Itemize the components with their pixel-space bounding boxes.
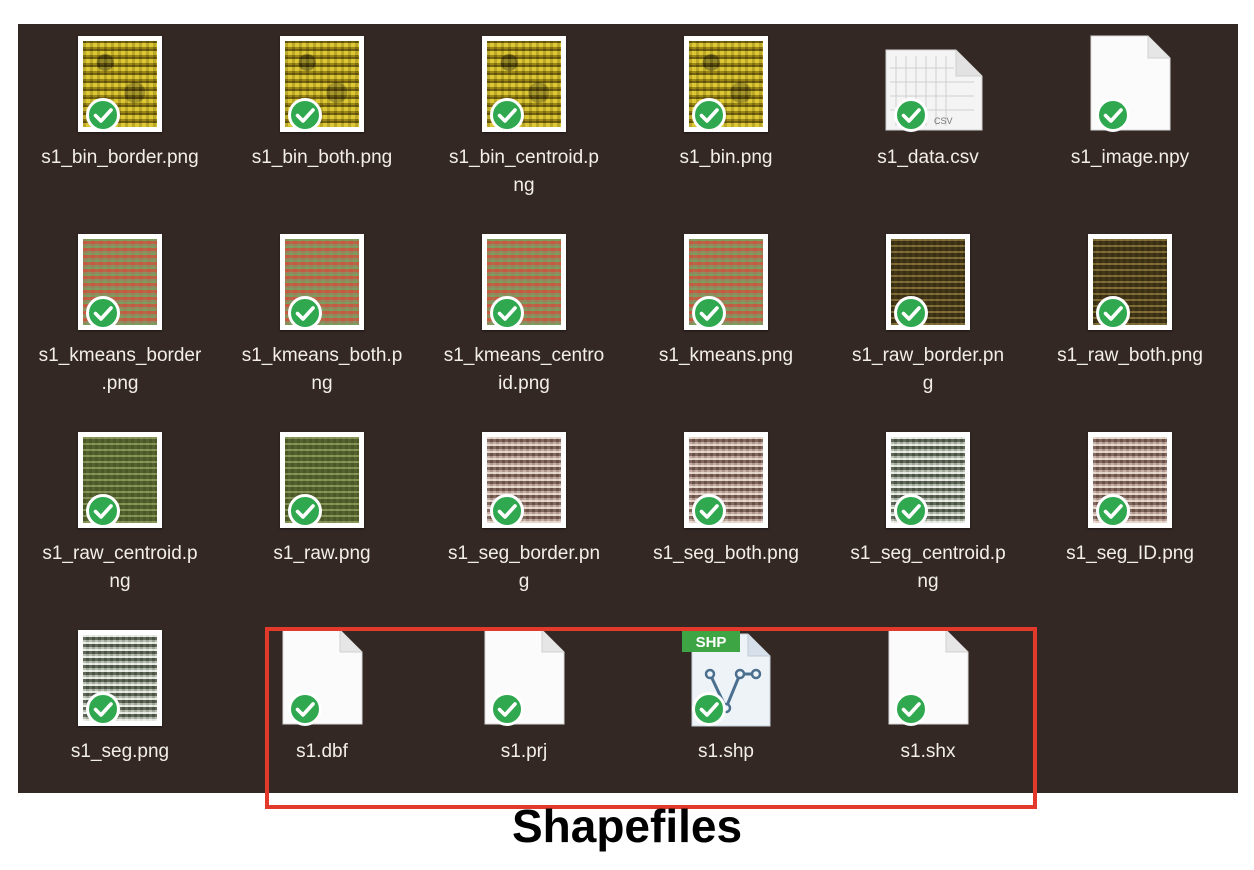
file-item[interactable]: s1_image.npy: [1028, 24, 1232, 210]
sync-check-icon: [894, 494, 928, 528]
file-name-label: s1_kmeans_both.p ng: [241, 345, 403, 394]
file-item[interactable]: s1_bin.png: [624, 24, 828, 210]
shapefiles-caption: Shapefiles: [511, 800, 743, 852]
file-name-label: s1_bin_both.png: [251, 147, 393, 168]
file-name-label: s1_raw_both.png: [1057, 345, 1203, 366]
file-item[interactable]: s1_raw.png: [220, 420, 424, 606]
file-item[interactable]: s1_bin_both.png: [220, 24, 424, 210]
sync-check-icon: [1096, 296, 1130, 330]
sync-check-icon: [894, 296, 928, 330]
file-name-label: s1_bin_border.png: [41, 147, 199, 168]
sync-check-icon: [86, 692, 120, 726]
shapefiles-highlight-box: [265, 627, 1037, 809]
file-item[interactable]: s1_seg_ID.png: [1028, 420, 1232, 606]
file-name-label: s1_image.npy: [1070, 147, 1190, 168]
sync-check-icon: [490, 296, 524, 330]
file-item[interactable]: s1_raw_both.png: [1028, 222, 1232, 408]
file-name-label: s1_seg_both.png: [653, 543, 799, 564]
sync-check-icon: [288, 296, 322, 330]
sync-check-icon: [288, 98, 322, 132]
file-item[interactable]: s1_raw_centroid.p ng: [18, 420, 222, 606]
file-name-label: s1_raw_border.pn g: [851, 345, 1005, 394]
file-name-label: s1_raw_centroid.p ng: [42, 543, 198, 592]
file-name-label: s1_kmeans_centro id.png: [443, 345, 605, 394]
finder-icon-view: s1_bin_border.png s1_bin_both.png s1_bin_c…: [18, 24, 1238, 809]
file-item[interactable]: s1_kmeans_border .png: [18, 222, 222, 408]
sync-check-icon: [692, 98, 726, 132]
file-item[interactable]: s1_seg_centroid.p ng: [826, 420, 1030, 606]
file-item[interactable]: s1_seg_border.pn g: [422, 420, 626, 606]
sync-check-icon: [288, 494, 322, 528]
file-item[interactable]: s1_seg_both.png: [624, 420, 828, 606]
sync-check-icon: [490, 494, 524, 528]
sync-check-icon: [86, 296, 120, 330]
file-name-label: s1_raw.png: [273, 543, 371, 564]
file-name-label: s1_bin_centroid.p ng: [449, 147, 599, 196]
sync-check-icon: [1096, 494, 1130, 528]
file-item[interactable]: s1_bin_border.png: [18, 24, 222, 210]
sync-check-icon: [692, 494, 726, 528]
file-item[interactable]: s1_seg.png: [18, 618, 222, 804]
file-name-label: s1_data.csv: [877, 147, 979, 168]
file-name-label: s1_kmeans.png: [658, 345, 794, 366]
file-name-label: s1_kmeans_border .png: [38, 345, 202, 394]
file-name-label: s1_seg.png: [70, 741, 170, 762]
file-name-label: s1_seg_border.pn g: [447, 543, 601, 592]
file-name-label: s1_seg_ID.png: [1066, 543, 1194, 564]
file-name-label: s1_seg_centroid.p ng: [850, 543, 1006, 592]
sync-check-icon: [490, 98, 524, 132]
sync-check-icon: [86, 494, 120, 528]
file-item[interactable]: s1_raw_border.pn g: [826, 222, 1030, 408]
csv-badge-text: CSV: [934, 116, 953, 126]
file-item[interactable]: CSV s1_data.csv: [826, 24, 1030, 210]
sync-check-icon: [86, 98, 120, 132]
file-name-label: s1_bin.png: [679, 147, 773, 168]
sync-check-icon: [692, 296, 726, 330]
sync-check-icon: [1096, 98, 1130, 132]
file-item[interactable]: s1_kmeans_both.p ng: [220, 222, 424, 408]
file-item[interactable]: s1_kmeans_centro id.png: [422, 222, 626, 408]
file-item[interactable]: s1_bin_centroid.p ng: [422, 24, 626, 210]
sync-check-icon: [894, 98, 928, 132]
file-item[interactable]: s1_kmeans.png: [624, 222, 828, 408]
